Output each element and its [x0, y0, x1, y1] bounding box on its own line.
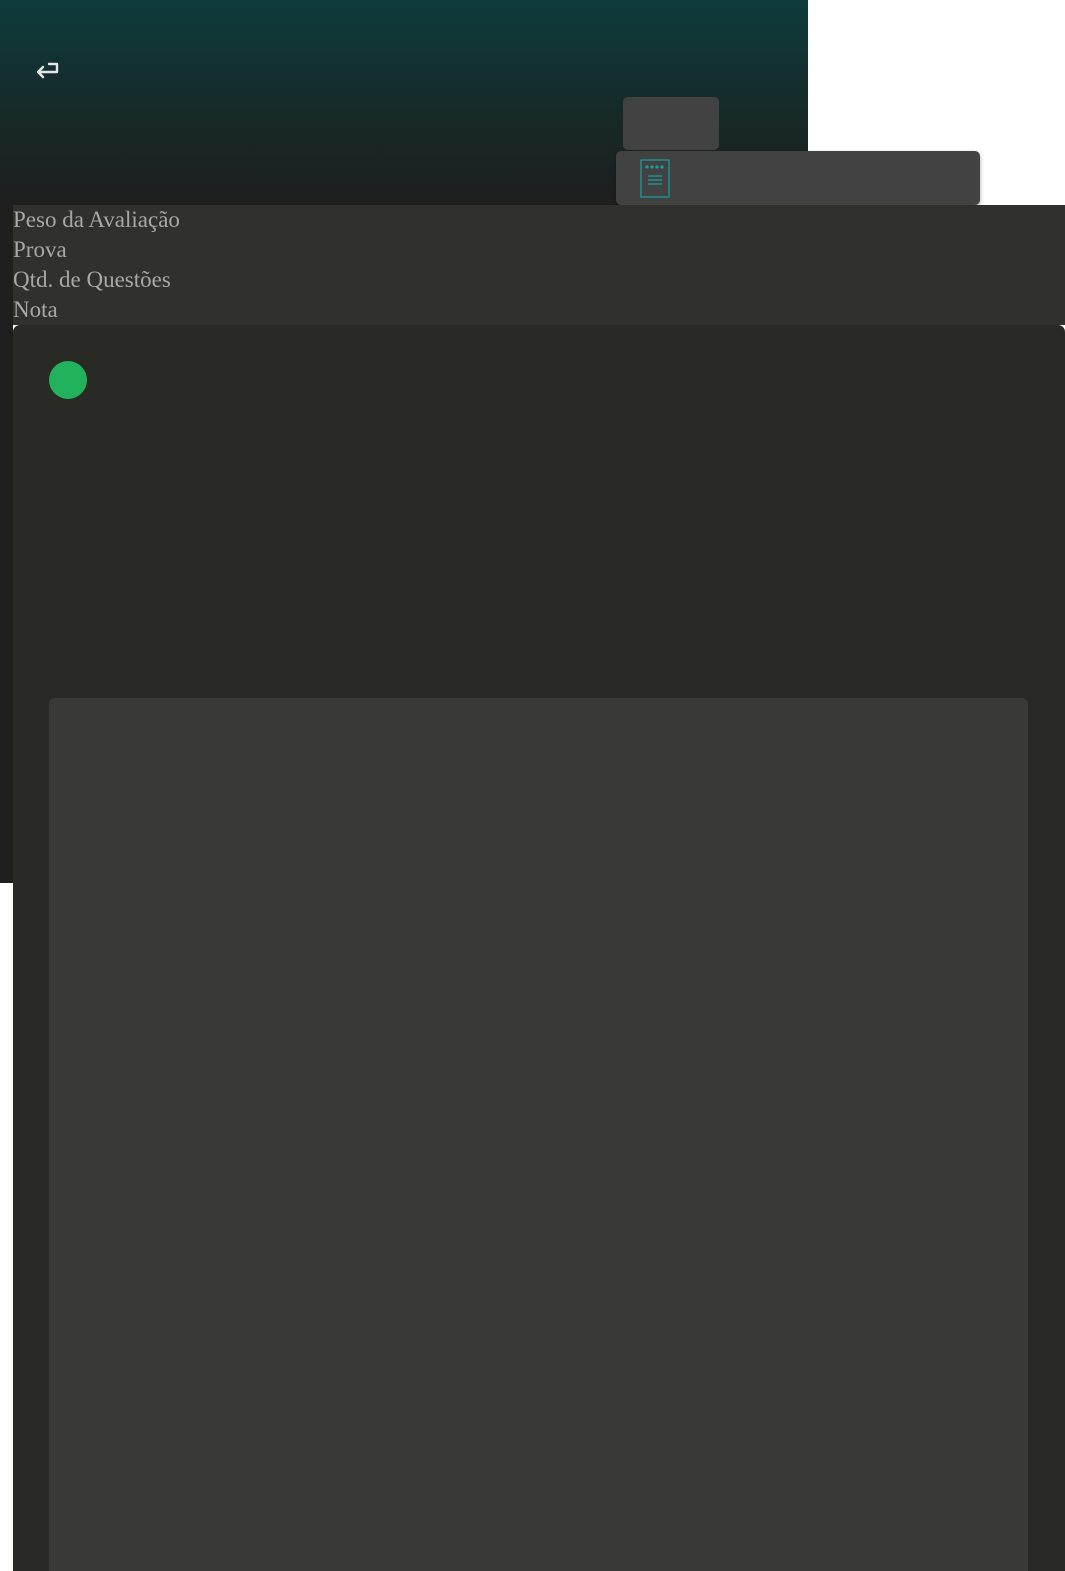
status-indicator — [49, 361, 87, 399]
content-card — [49, 698, 1028, 1571]
document-card[interactable] — [616, 151, 980, 205]
return-arrow-icon[interactable] — [30, 58, 62, 86]
info-label-nota: Nota — [13, 297, 58, 322]
assessment-info-list: Peso da Avaliação Prova Qtd. de Questões… — [13, 205, 1065, 325]
left-edge-strip — [0, 205, 13, 883]
info-label-peso: Peso da Avaliação — [13, 207, 180, 232]
info-label-qtd-questoes: Qtd. de Questões — [13, 267, 171, 292]
header-action-button[interactable] — [623, 97, 719, 150]
info-label-prova: Prova — [13, 237, 67, 262]
assessment-screen: Peso da Avaliação Prova Qtd. de Questões… — [0, 0, 1065, 1571]
main-panel — [13, 325, 1065, 1571]
notepad-document-icon — [640, 159, 670, 198]
